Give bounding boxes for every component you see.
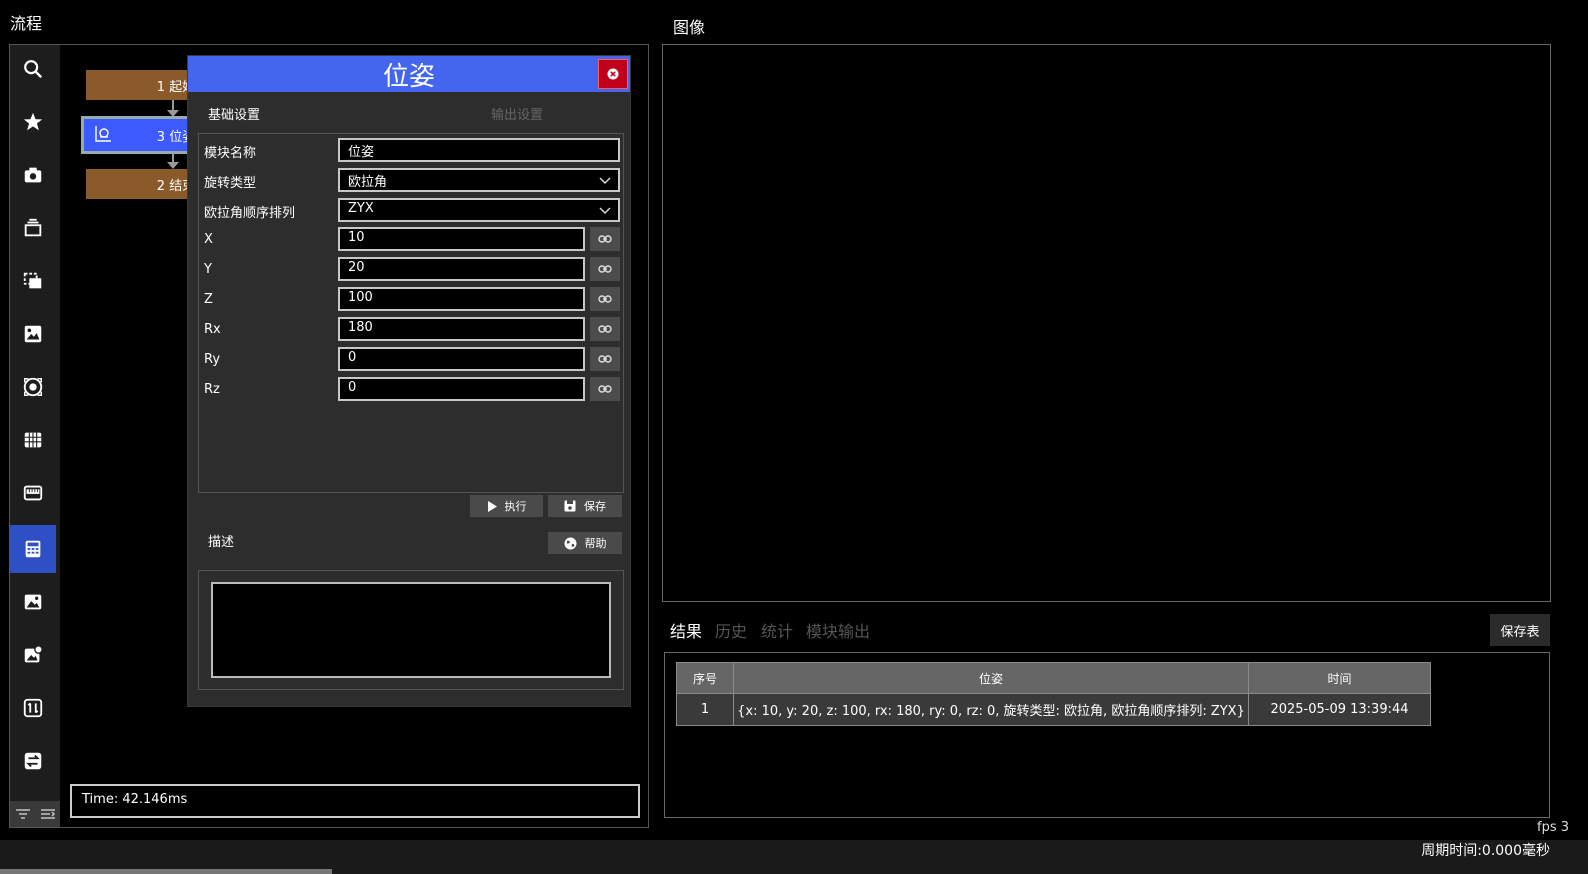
picture-icon[interactable] xyxy=(10,578,56,626)
z-label: Z xyxy=(204,292,213,307)
image-edit-icon[interactable] xyxy=(10,310,56,358)
cell-time: 2025-05-09 13:39:44 xyxy=(1248,693,1431,726)
image-title: 图像 xyxy=(673,18,706,37)
description-label: 描述 xyxy=(208,535,235,550)
tab-module-output[interactable]: 模块输出 xyxy=(806,618,870,642)
tab-output-settings[interactable]: 输出设置 xyxy=(491,104,543,123)
ry-input[interactable]: 0 xyxy=(338,347,585,371)
calculator-icon[interactable] xyxy=(10,525,56,573)
transform-icon[interactable] xyxy=(10,684,56,732)
fps-indicator: fps 3 xyxy=(1537,820,1570,835)
filter-icon[interactable] xyxy=(15,807,31,821)
help-label: 帮助 xyxy=(584,537,607,550)
cell-pose: {x: 10, y: 20, z: 100, rx: 180, ry: 0, r… xyxy=(733,693,1249,726)
rotation-type-value: 欧拉角 xyxy=(348,175,388,190)
settings-form: 模块名称 位姿 旋转类型 欧拉角 欧拉角顺序排列 ZYX X 10 Y 20 Z… xyxy=(198,133,624,493)
layers-icon[interactable] xyxy=(10,204,56,252)
star-icon[interactable] xyxy=(10,98,56,146)
image-viewer[interactable] xyxy=(662,44,1551,602)
link-icon xyxy=(598,295,612,303)
x-link-button[interactable] xyxy=(590,227,620,251)
z-link-button[interactable] xyxy=(590,287,620,311)
cycle-time: 周期时间:0.000毫秒 xyxy=(1421,843,1550,859)
column-header-pose[interactable]: 位姿 xyxy=(733,662,1249,694)
tab-basic-settings[interactable]: 基础设置 xyxy=(208,104,260,123)
target-icon[interactable] xyxy=(10,363,56,411)
time-display: Time: 42.146ms xyxy=(70,784,640,818)
play-icon xyxy=(487,500,497,512)
table-header-row: 序号 位姿 时间 xyxy=(676,662,1431,694)
flow-arrow xyxy=(167,162,179,169)
rotation-type-label: 旋转类型 xyxy=(204,176,257,191)
rz-link-button[interactable] xyxy=(590,377,620,401)
copy-icon[interactable] xyxy=(10,257,56,305)
chevron-down-icon xyxy=(599,177,611,184)
execute-label: 执行 xyxy=(504,500,527,513)
execute-button[interactable]: 执行 xyxy=(470,495,543,517)
x-input[interactable]: 10 xyxy=(338,227,585,251)
description-textarea[interactable] xyxy=(211,582,611,678)
euler-order-select[interactable]: ZYX xyxy=(338,198,620,222)
link-icon xyxy=(598,235,612,243)
y-input[interactable]: 20 xyxy=(338,257,585,281)
progress-bar xyxy=(0,869,332,874)
module-name-input[interactable]: 位姿 xyxy=(338,138,620,162)
globe-icon xyxy=(564,537,576,549)
list-collapse-icon[interactable] xyxy=(40,807,56,821)
tab-statistics[interactable]: 统计 xyxy=(761,618,793,642)
tab-history[interactable]: 历史 xyxy=(715,618,747,642)
ry-link-button[interactable] xyxy=(590,347,620,371)
rotation-type-select[interactable]: 欧拉角 xyxy=(338,168,620,192)
module-name-label: 模块名称 xyxy=(204,146,257,161)
close-button[interactable] xyxy=(598,59,628,89)
euler-order-value: ZYX xyxy=(348,201,374,216)
settings-image-icon[interactable] xyxy=(10,631,56,679)
link-icon xyxy=(598,325,612,333)
results-table: 序号 位姿 时间 1 {x: 10, y: 20, z: 100, rx: 18… xyxy=(676,662,1431,726)
y-link-button[interactable] xyxy=(590,257,620,281)
swap-icon[interactable] xyxy=(10,737,56,785)
description-panel xyxy=(198,570,624,690)
grid-icon[interactable] xyxy=(10,416,56,464)
z-input[interactable]: 100 xyxy=(338,287,585,311)
link-icon xyxy=(598,265,612,273)
link-icon xyxy=(598,385,612,393)
chevron-down-icon xyxy=(599,207,611,214)
module-toolbar xyxy=(10,45,60,827)
dialog-title: 位姿 xyxy=(382,61,435,92)
pose-dialog: 位姿 基础设置 输出设置 模块名称 位姿 旋转类型 欧拉角 欧拉角顺序排列 ZY… xyxy=(187,55,631,707)
rx-label: Rx xyxy=(204,322,221,337)
euler-order-label: 欧拉角顺序排列 xyxy=(204,206,296,221)
tab-results[interactable]: 结果 xyxy=(670,618,702,642)
camera-icon[interactable] xyxy=(10,151,56,199)
x-label: X xyxy=(204,232,213,247)
rx-input[interactable]: 180 xyxy=(338,317,585,341)
close-icon xyxy=(607,68,619,80)
rz-input[interactable]: 0 xyxy=(338,377,585,401)
table-row[interactable]: 1 {x: 10, y: 20, z: 100, rx: 180, ry: 0,… xyxy=(676,693,1431,726)
rz-label: Rz xyxy=(204,382,220,397)
flow-title: 流程 xyxy=(10,14,43,33)
dialog-header[interactable]: 位姿 xyxy=(188,56,630,92)
link-icon xyxy=(598,355,612,363)
ruler-icon[interactable] xyxy=(10,469,56,517)
help-button[interactable]: 帮助 xyxy=(548,532,622,554)
cell-index: 1 xyxy=(676,693,734,726)
search-icon[interactable] xyxy=(10,45,56,93)
save-label: 保存 xyxy=(584,500,606,513)
rx-link-button[interactable] xyxy=(590,317,620,341)
ry-label: Ry xyxy=(204,352,221,367)
column-header-time[interactable]: 时间 xyxy=(1248,662,1431,694)
column-header-index[interactable]: 序号 xyxy=(676,662,734,694)
toolbar-footer xyxy=(10,801,60,827)
save-button[interactable]: 保存 xyxy=(548,495,622,517)
pose-node-icon xyxy=(95,126,111,142)
save-icon xyxy=(564,500,576,512)
save-table-button[interactable]: 保存表 xyxy=(1490,614,1550,646)
y-label: Y xyxy=(204,262,212,277)
